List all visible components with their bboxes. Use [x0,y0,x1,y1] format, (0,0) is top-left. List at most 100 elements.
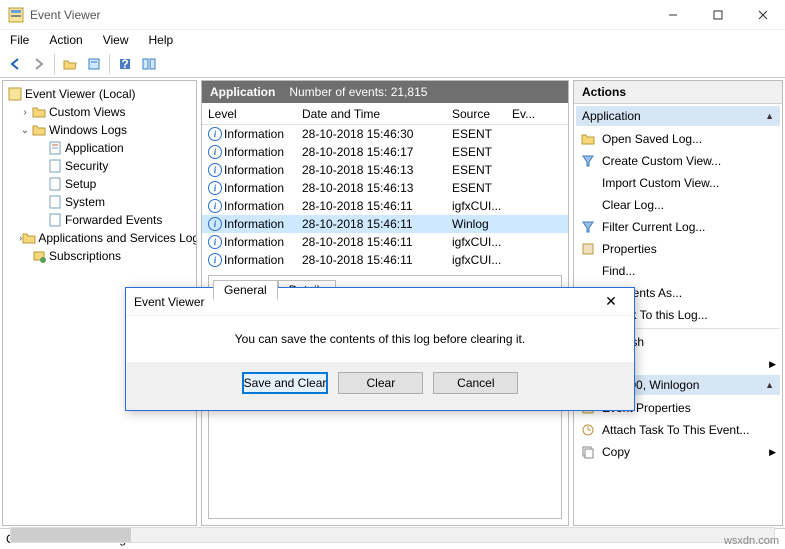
event-row[interactable]: iInformation28-10-2018 15:46:17ESENT [202,143,568,161]
menubar: File Action View Help [0,30,785,50]
tree-root[interactable]: Event Viewer (Local) [5,85,194,103]
properties-icon[interactable] [83,53,105,75]
tree-setup[interactable]: Setup [5,175,194,193]
row-level: Information [224,199,284,213]
action-filter-log[interactable]: Filter Current Log... [576,216,780,238]
information-icon: i [208,163,222,177]
row-level: Information [224,235,284,249]
minimize-button[interactable] [650,0,695,30]
cancel-button[interactable]: Cancel [433,372,518,394]
forward-button[interactable] [28,53,50,75]
tree-forwarded[interactable]: Forwarded Events [5,211,194,229]
col-eventid[interactable]: Ev... [512,107,542,121]
row-date: 28-10-2018 15:46:11 [302,235,452,249]
collapse-icon: ▲ [765,380,774,390]
eventviewer-icon [7,86,23,102]
dialog-message: You can save the contents of this log be… [126,316,634,362]
information-icon: i [208,145,222,159]
row-source: igfxCUI... [452,199,512,213]
collapse-icon[interactable]: ⌄ [19,125,31,136]
chevron-right-icon: ▶ [769,447,776,458]
event-row[interactable]: iInformation28-10-2018 15:46:13ESENT [202,161,568,179]
tree-security[interactable]: Security [5,157,194,175]
log-icon [47,140,63,156]
close-button[interactable] [740,0,785,30]
menu-file[interactable]: File [6,31,33,49]
tree-application[interactable]: Application [5,139,194,157]
row-date: 28-10-2018 15:46:13 [302,181,452,195]
menu-help[interactable]: Help [145,31,178,49]
action-open-saved-log[interactable]: Open Saved Log... [576,128,780,150]
app-icon [8,7,24,23]
row-level: Information [224,127,284,141]
collapse-icon: ▲ [765,111,774,121]
menu-action[interactable]: Action [45,31,86,49]
row-source: igfxCUI... [452,235,512,249]
watermark: wsxdn.com [724,535,779,547]
log-icon [47,176,63,192]
back-button[interactable] [4,53,26,75]
dialog-title: Event Viewer [134,295,596,309]
action-properties[interactable]: Properties [576,238,780,260]
titlebar: Event Viewer [0,0,785,30]
actions-title: Actions [574,81,782,104]
filter-new-icon [580,153,596,169]
tab-general[interactable]: General [213,280,278,300]
row-date: 28-10-2018 15:46:11 [302,253,452,267]
chevron-right-icon: ▶ [769,359,776,370]
expand-icon[interactable]: › [19,107,31,118]
col-date[interactable]: Date and Time [302,107,452,121]
clear-log-dialog: Event Viewer ✕ You can save the contents… [125,287,635,411]
open-icon[interactable] [59,53,81,75]
event-row[interactable]: iInformation28-10-2018 15:46:11igfxCUI..… [202,251,568,269]
row-date: 28-10-2018 15:46:30 [302,127,452,141]
row-source: ESENT [452,145,512,159]
folder-icon [22,230,36,246]
folder-icon [31,104,47,120]
toolbar: ? [0,50,785,78]
grid-header: Level Date and Time Source Ev... [202,103,568,125]
tree-subscriptions[interactable]: Subscriptions [5,247,194,265]
action-clear-log[interactable]: Clear Log... [576,194,780,216]
row-date: 28-10-2018 15:46:13 [302,163,452,177]
action-create-custom-view[interactable]: Create Custom View... [576,150,780,172]
information-icon: i [208,181,222,195]
log-icon [47,158,63,174]
log-name: Application [210,85,275,99]
information-icon: i [208,235,222,249]
menu-view[interactable]: View [99,31,133,49]
event-count: Number of events: 21,815 [289,85,427,99]
actions-group-application[interactable]: Application▲ [576,106,780,126]
row-source: Winlog [452,217,512,231]
action-copy[interactable]: Copy▶ [576,441,780,463]
col-level[interactable]: Level [202,107,302,121]
event-row[interactable]: iInformation 28-10-2018 15:46:11igfxCUI..… [202,233,568,251]
log-icon [47,194,63,210]
properties-icon [580,241,596,257]
information-icon: i [208,127,222,141]
maximize-button[interactable] [695,0,740,30]
dialog-close-button[interactable]: ✕ [596,293,626,310]
event-row[interactable]: iInformation28-10-2018 15:46:11Winlog [202,215,568,233]
help-icon[interactable]: ? [114,53,136,75]
event-row[interactable]: iInformation28-10-2018 15:46:11igfxCUI..… [202,197,568,215]
action-attach-task-event[interactable]: Attach Task To This Event... [576,419,780,441]
events-header: Application Number of events: 21,815 [202,81,568,103]
event-row[interactable]: iInformation28-10-2018 15:46:13ESENT [202,179,568,197]
clear-button[interactable]: Clear [338,372,423,394]
events-grid: Level Date and Time Source Ev... iInform… [202,103,568,269]
information-icon: i [208,253,222,267]
row-level: Information [224,163,284,177]
tree-windows-logs[interactable]: ⌄ Windows Logs [5,121,194,139]
save-and-clear-button[interactable]: Save and Clear [242,372,329,394]
col-source[interactable]: Source [452,107,512,121]
action-import-custom-view[interactable]: Import Custom View... [576,172,780,194]
tree-custom-views[interactable]: › Custom Views [5,103,194,121]
event-row[interactable]: iInformation28-10-2018 15:46:30ESENT [202,125,568,143]
tree-apps-services[interactable]: › Applications and Services Logs [5,229,194,247]
tree-system[interactable]: System [5,193,194,211]
action-find[interactable]: Find... [576,260,780,282]
row-date: 28-10-2018 15:46:11 [302,217,452,231]
panes-icon[interactable] [138,53,160,75]
row-date: 28-10-2018 15:46:11 [302,199,452,213]
